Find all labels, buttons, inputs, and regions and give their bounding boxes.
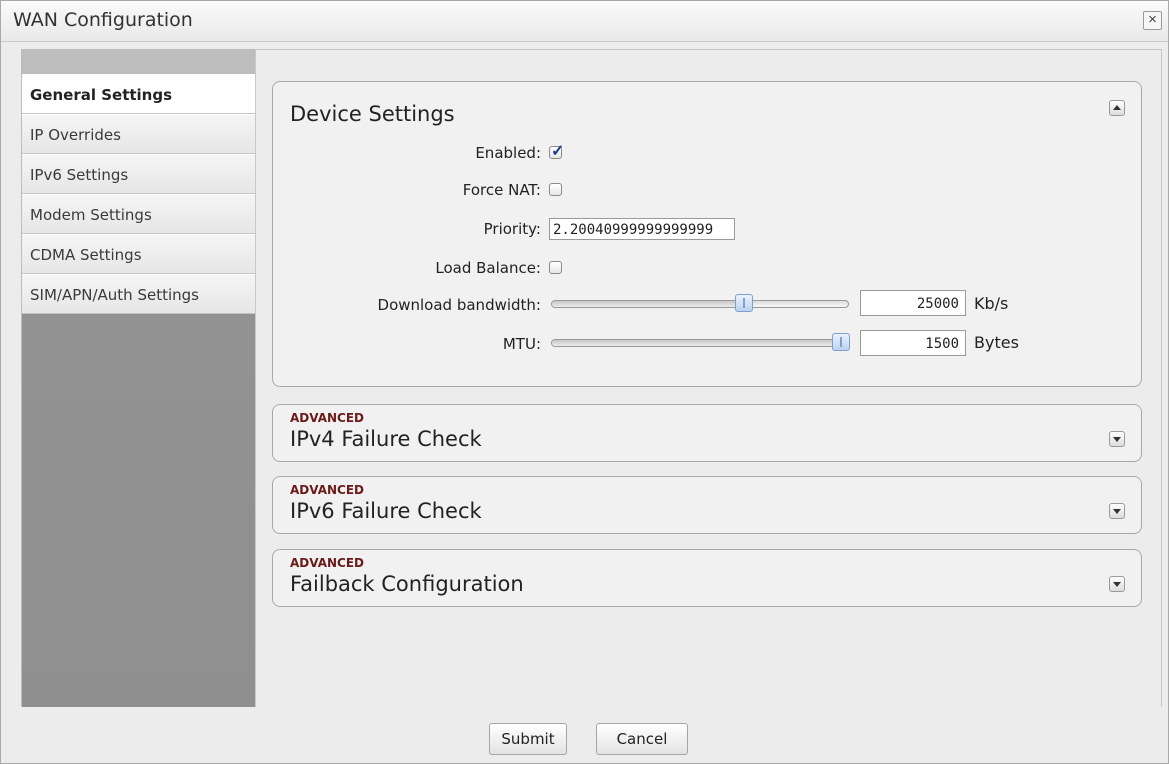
failback-configuration-panel[interactable]: ADVANCED Failback Configuration <box>272 549 1142 607</box>
slider-handle[interactable] <box>832 333 850 351</box>
priority-input[interactable]: 2.20040999999999999 <box>549 218 735 240</box>
advanced-tag: ADVANCED <box>290 556 365 570</box>
priority-label: Priority: <box>483 220 541 238</box>
download-bandwidth-label: Download bandwidth: <box>377 296 541 314</box>
wan-configuration-dialog: WAN Configuration × General Settings IP … <box>0 0 1169 764</box>
expand-button[interactable] <box>1109 576 1125 592</box>
slider-handle[interactable] <box>735 294 753 312</box>
advanced-tag: ADVANCED <box>290 483 365 497</box>
close-button[interactable]: × <box>1143 11 1162 30</box>
force-nat-checkbox[interactable] <box>549 183 562 196</box>
submit-button[interactable]: Submit <box>489 723 567 755</box>
dialog-title: WAN Configuration <box>13 9 193 31</box>
advanced-tag: ADVANCED <box>290 411 365 425</box>
main-content: Device Settings Enabled: ✓ Force NAT: Pr… <box>255 49 1162 709</box>
load-balance-checkbox[interactable] <box>549 261 562 274</box>
footer: Submit Cancel <box>1 707 1168 763</box>
sidebar-item-ip-overrides[interactable]: IP Overrides <box>22 114 255 154</box>
expand-button[interactable] <box>1109 431 1125 447</box>
chevron-down-icon <box>1113 582 1121 587</box>
failback-configuration-title: Failback Configuration <box>290 572 524 596</box>
sidebar-item-modem-settings[interactable]: Modem Settings <box>22 194 255 234</box>
ipv4-failure-check-title: IPv4 Failure Check <box>290 427 482 451</box>
force-nat-label: Force NAT: <box>462 181 541 199</box>
sidebar: General Settings IP Overrides IPv6 Setti… <box>21 49 256 709</box>
sidebar-header <box>22 50 256 74</box>
chevron-up-icon <box>1113 105 1121 110</box>
ipv6-failure-check-title: IPv6 Failure Check <box>290 499 482 523</box>
enabled-checkbox[interactable]: ✓ <box>549 143 564 160</box>
mtu-input[interactable]: 1500 <box>860 330 966 356</box>
ipv4-failure-check-panel[interactable]: ADVANCED IPv4 Failure Check <box>272 404 1142 462</box>
mtu-unit: Bytes <box>974 333 1019 352</box>
slider-fill <box>552 340 841 346</box>
device-settings-panel: Device Settings Enabled: ✓ Force NAT: Pr… <box>272 81 1142 387</box>
chevron-down-icon <box>1113 509 1121 514</box>
title-bar: WAN Configuration × <box>1 1 1168 42</box>
download-bandwidth-input[interactable]: 25000 <box>860 290 966 316</box>
enabled-label: Enabled: <box>475 144 541 162</box>
slider-fill <box>552 301 744 307</box>
ipv6-failure-check-panel[interactable]: ADVANCED IPv6 Failure Check <box>272 476 1142 534</box>
download-bandwidth-unit: Kb/s <box>974 294 1009 313</box>
sidebar-item-sim-apn-auth-settings[interactable]: SIM/APN/Auth Settings <box>22 274 255 314</box>
load-balance-label: Load Balance: <box>435 259 541 277</box>
download-bandwidth-slider[interactable] <box>551 294 849 312</box>
collapse-button[interactable] <box>1109 100 1125 116</box>
device-settings-title: Device Settings <box>290 102 455 126</box>
checkmark-icon: ✓ <box>551 143 565 160</box>
chevron-down-icon <box>1113 437 1121 442</box>
mtu-label: MTU: <box>502 335 541 353</box>
mtu-slider[interactable] <box>551 333 850 351</box>
sidebar-item-general-settings[interactable]: General Settings <box>22 74 256 114</box>
sidebar-item-ipv6-settings[interactable]: IPv6 Settings <box>22 154 255 194</box>
sidebar-item-cdma-settings[interactable]: CDMA Settings <box>22 234 255 274</box>
expand-button[interactable] <box>1109 503 1125 519</box>
cancel-button[interactable]: Cancel <box>596 723 688 755</box>
